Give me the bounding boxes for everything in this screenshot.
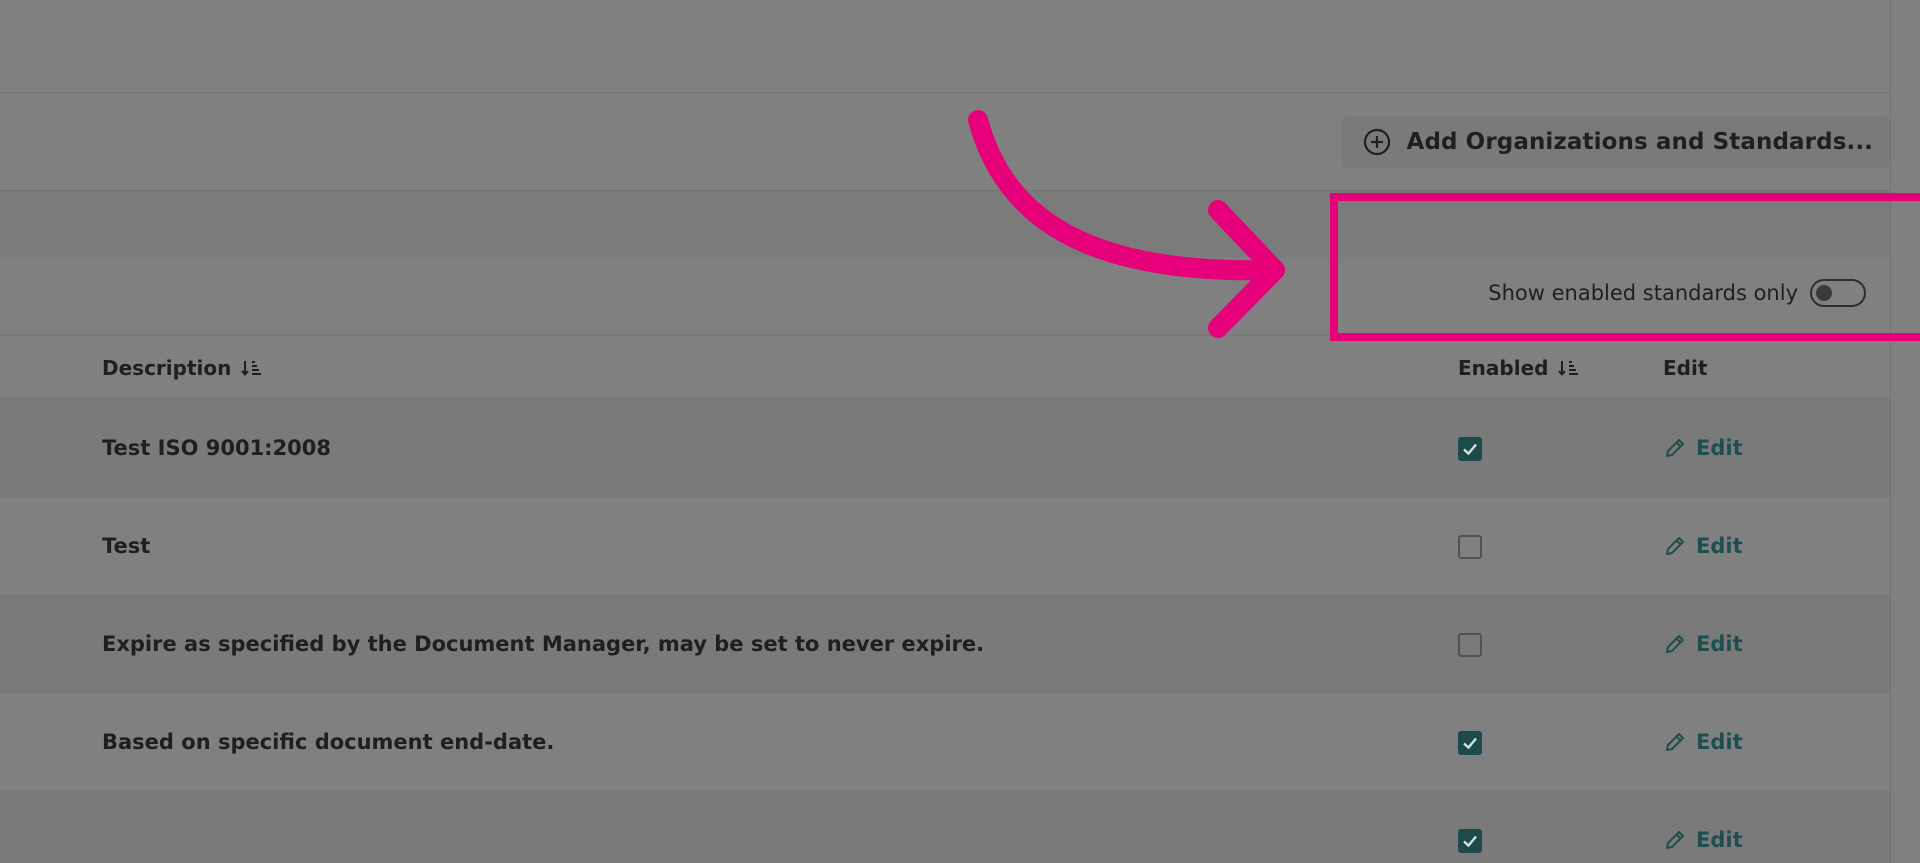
enabled-checkbox[interactable] [1458,437,1482,461]
plus-circle-icon [1362,127,1392,157]
sort-icon[interactable] [241,358,263,378]
edit-label: Edit [1696,730,1743,754]
column-header-edit-label: Edit [1663,356,1708,380]
column-header-enabled-label: Enabled [1458,356,1549,380]
enabled-checkbox[interactable] [1458,633,1482,657]
row-description: Expire as specified by the Document Mana… [102,632,985,656]
column-header-description-label: Description [102,356,232,380]
table-row: Edit [0,791,1890,863]
toggle-knob [1816,285,1832,301]
check-icon [1463,835,1477,848]
enabled-checkbox[interactable] [1458,829,1482,853]
pencil-icon [1663,730,1687,754]
filter-row: Show enabled standards only [0,257,1890,336]
toolbar: Add Organizations and Standards... [0,92,1890,191]
table-header: Description Enabled Edit [0,336,1890,399]
add-organizations-label: Add Organizations and Standards... [1406,129,1873,155]
row-description: Test [102,534,151,558]
section-band [0,191,1890,257]
check-icon [1463,443,1477,456]
pencil-icon [1663,828,1687,852]
table-row: Test Edit [0,497,1890,595]
row-description: Based on specific document end-date. [102,730,555,754]
enabled-filter-label: Show enabled standards only [1488,281,1798,305]
row-description: Test ISO 9001:2008 [102,436,332,460]
edit-label: Edit [1696,632,1743,656]
add-organizations-button[interactable]: Add Organizations and Standards... [1341,116,1890,168]
edit-button[interactable]: Edit [1663,693,1743,791]
edit-label: Edit [1696,534,1743,558]
sort-icon[interactable] [1558,358,1580,378]
edit-label: Edit [1696,828,1743,852]
top-bar [0,0,1890,93]
column-header-description[interactable]: Description [102,356,263,380]
edit-button[interactable]: Edit [1663,497,1743,595]
pencil-icon [1663,632,1687,656]
page: Add Organizations and Standards... Show … [0,0,1920,863]
table-row: Expire as specified by the Document Mana… [0,595,1890,693]
enabled-checkbox[interactable] [1458,731,1482,755]
table-row: Based on specific document end-date. Edi… [0,693,1890,791]
edit-button[interactable]: Edit [1663,595,1743,693]
column-header-edit: Edit [1663,356,1707,380]
table-row: Test ISO 9001:2008 Edit [0,399,1890,497]
enabled-filter: Show enabled standards only [1488,279,1866,307]
check-icon [1463,737,1477,750]
right-divider [1890,0,1891,863]
edit-label: Edit [1696,436,1743,460]
enabled-checkbox[interactable] [1458,535,1482,559]
table-body: Test ISO 9001:2008 Edit Test Edit Expire… [0,399,1890,863]
pencil-icon [1663,534,1687,558]
pencil-icon [1663,436,1687,460]
enabled-filter-toggle[interactable] [1810,279,1866,307]
edit-button[interactable]: Edit [1663,399,1743,497]
column-header-enabled[interactable]: Enabled [1458,356,1580,380]
edit-button[interactable]: Edit [1663,791,1743,863]
